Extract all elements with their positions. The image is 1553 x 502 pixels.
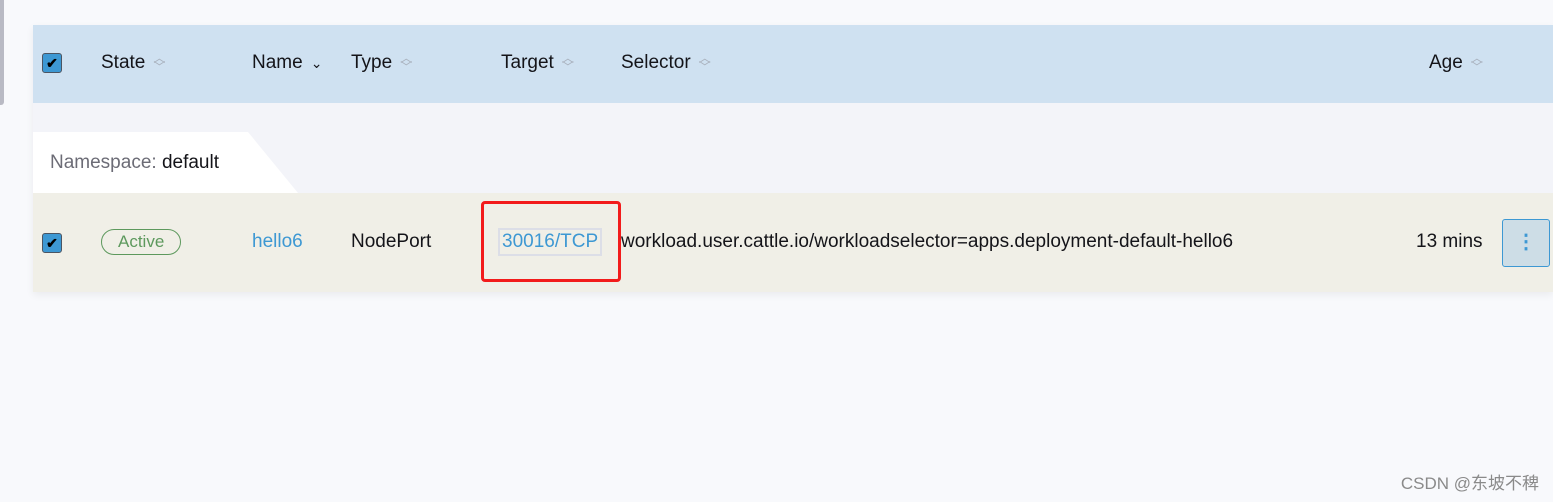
- sort-icon: ︿ ﹀: [561, 51, 574, 74]
- service-name-link[interactable]: hello6: [252, 231, 303, 253]
- target-port-link[interactable]: 30016/TCP: [498, 228, 603, 256]
- services-table: ✔ State ︿ ﹀ Name ⌄ Type ︿ ﹀ Target ︿ ﹀ Selector…: [33, 25, 1553, 292]
- sort-icon: ︿ ﹀: [698, 51, 711, 74]
- select-all-checkbox[interactable]: ✔: [42, 53, 62, 73]
- sort-icon: ︿ ﹀: [400, 51, 413, 74]
- column-label: Type: [351, 52, 393, 73]
- left-edge-bar: [0, 0, 4, 105]
- sort-desc-icon: ⌄: [310, 54, 323, 71]
- row-checkbox[interactable]: ✔: [42, 233, 62, 253]
- column-label: State: [101, 52, 146, 73]
- table-header: ✔ State ︿ ﹀ Name ⌄ Type ︿ ﹀ Target ︿ ﹀ Selector…: [33, 25, 1553, 103]
- group-label: Namespace:: [50, 152, 157, 173]
- kebab-menu-icon: ⋮: [1516, 231, 1536, 253]
- column-header-type[interactable]: Type ︿ ﹀: [351, 52, 412, 74]
- column-label: Selector: [621, 52, 691, 73]
- sort-icon: ︿ ﹀: [1470, 51, 1483, 74]
- group-value: default: [161, 152, 219, 173]
- age-value: 13 mins: [1416, 231, 1483, 252]
- column-header-state[interactable]: State ︿ ﹀: [101, 52, 165, 74]
- column-header-selector[interactable]: Selector ︿ ﹀: [621, 52, 711, 74]
- namespace-group-label: Namespace: default: [33, 132, 298, 193]
- column-label: Age: [1429, 52, 1463, 73]
- sort-icon: ︿ ﹀: [153, 51, 166, 74]
- status-badge: Active: [101, 229, 182, 255]
- table-row: ✔ Active hello6 NodePort 30016/TCP workl…: [33, 193, 1553, 292]
- column-header-age[interactable]: Age ︿ ﹀: [1429, 52, 1483, 74]
- service-type: NodePort: [351, 231, 432, 252]
- column-label: Name: [252, 52, 303, 73]
- watermark: CSDN @东坡不稗: [1400, 474, 1539, 493]
- column-header-name[interactable]: Name ⌄: [252, 52, 322, 74]
- selector-value: workload.user.cattle.io/workloadselector…: [621, 231, 1234, 252]
- row-actions-menu-button[interactable]: ⋮: [1502, 219, 1550, 267]
- column-header-target[interactable]: Target ︿ ﹀: [501, 52, 574, 74]
- column-label: Target: [501, 52, 554, 73]
